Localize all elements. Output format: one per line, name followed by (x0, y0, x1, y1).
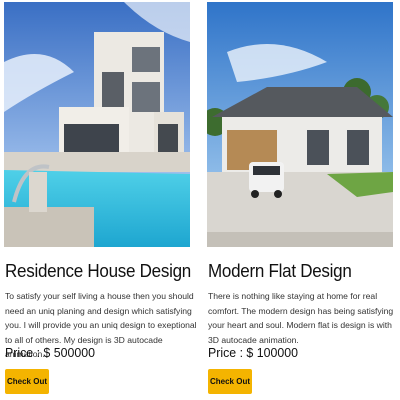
product-card-residence: Residence House Design To satisfy your s… (4, 0, 197, 400)
product-title: Residence House Design (5, 260, 191, 281)
product-description: There is nothing like staying at home fo… (208, 291, 394, 345)
product-title: Modern Flat Design (208, 260, 352, 281)
modern-flat-image (207, 2, 393, 247)
check-out-button[interactable]: Check Out (208, 369, 252, 394)
residence-house-image (4, 2, 190, 247)
check-out-button[interactable]: Check Out (5, 369, 49, 394)
product-price: Price : $ 100000 (208, 345, 298, 360)
product-grid: Residence House Design To satisfy your s… (0, 0, 400, 400)
product-card-modern-flat: Modern Flat Design There is nothing like… (207, 0, 399, 400)
product-price: Price : $ 500000 (5, 345, 95, 360)
